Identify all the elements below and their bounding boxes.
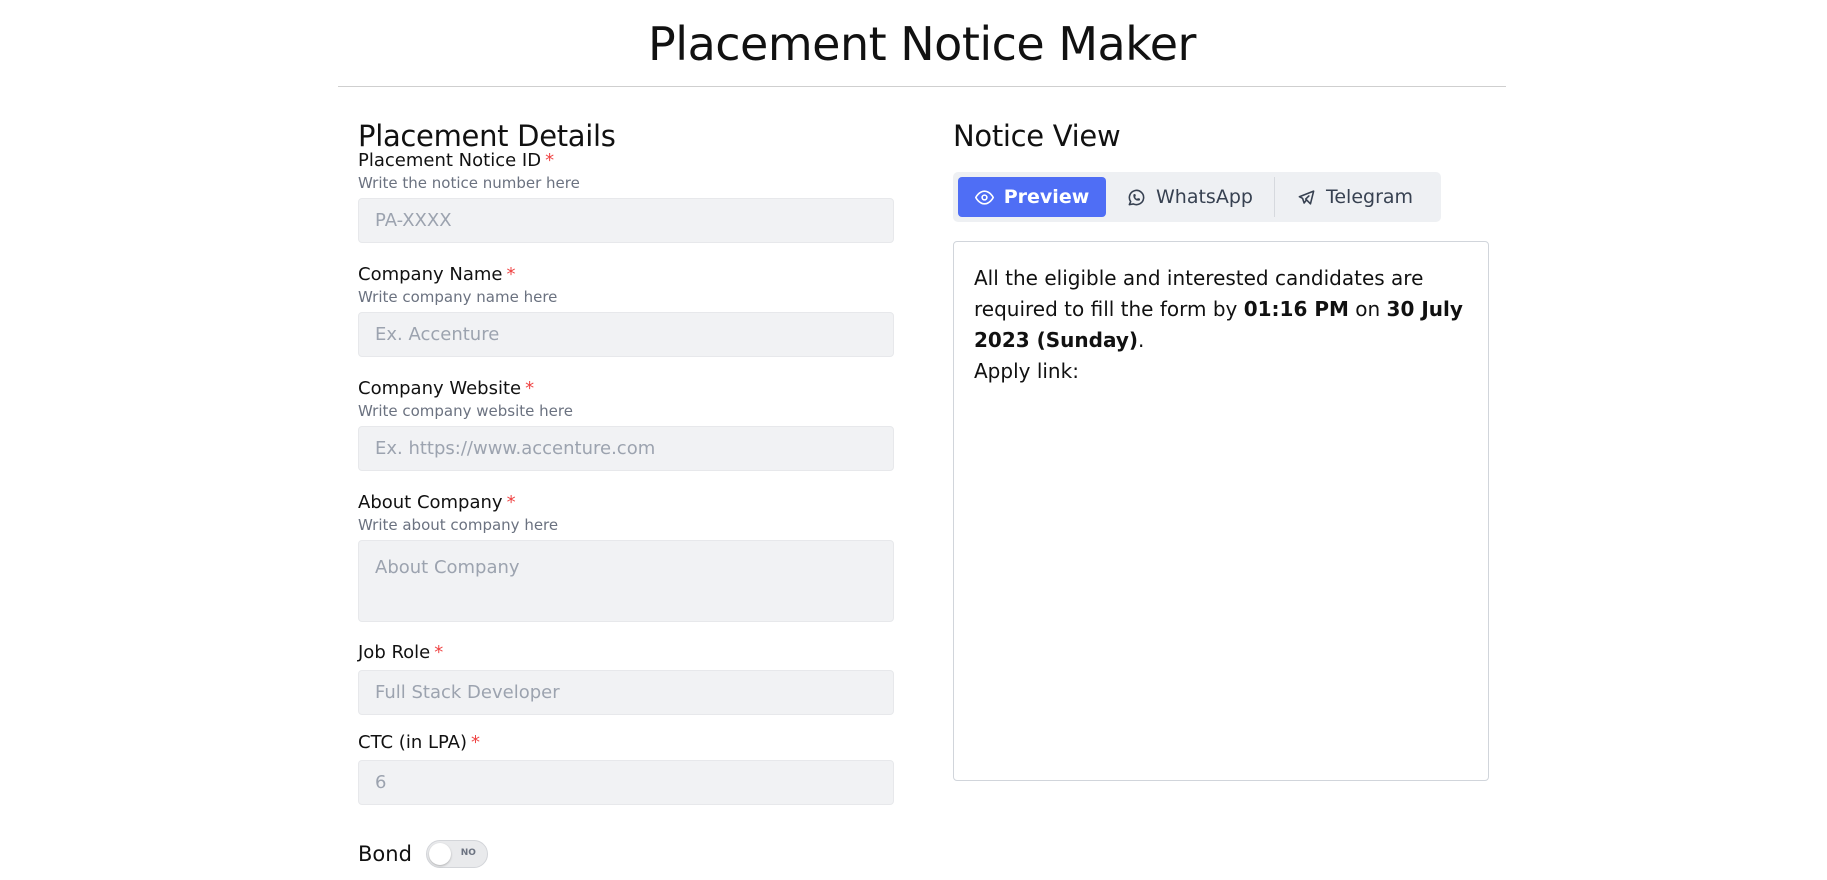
about-company-label: About Company [358,492,503,513]
notice-preview-box: All the eligible and interested candidat… [953,241,1489,781]
bond-label: Bond [358,842,412,866]
notice-deadline-time: 01:16 PM [1243,297,1349,321]
company-name-hint: Write company name here [358,288,558,306]
about-company-textarea[interactable] [358,540,894,622]
toggle-knob [428,843,451,865]
required-marker: * [471,732,481,753]
notice-text-period: . [1138,328,1145,352]
notice-apply-link-label: Apply link: [974,359,1079,383]
paper-plane-icon [1298,189,1315,205]
job-role-input[interactable] [358,670,894,715]
company-name-input[interactable] [358,312,894,357]
tab-preview[interactable]: Preview [958,177,1106,217]
eye-icon [974,189,994,205]
required-marker: * [506,264,516,285]
notice-id-input[interactable] [358,198,894,243]
company-website-hint: Write company website here [358,402,573,420]
tab-telegram[interactable]: Telegram [1275,177,1435,217]
notice-id-label: Placement Notice ID [358,150,542,171]
notice-view-panel: Notice View Preview WhatsApp Telegram Al… [953,116,1489,781]
bond-row: Bond NO [358,840,488,868]
tab-whatsapp-label: WhatsApp [1156,186,1253,208]
ctc-label: CTC (in LPA) [358,732,468,753]
notice-view-heading: Notice View [953,119,1121,153]
company-website-label: Company Website [358,378,522,399]
required-marker: * [525,378,535,399]
app-header: Placement Notice Maker [338,0,1506,87]
ctc-field: CTC (in LPA) * [358,732,894,805]
company-name-label: Company Name [358,264,503,285]
job-role-field: Job Role * [358,642,894,715]
company-website-input[interactable] [358,426,894,471]
about-company-field: About Company * Write about company here [358,492,894,622]
required-marker: * [506,492,516,513]
tab-whatsapp[interactable]: WhatsApp [1106,177,1274,217]
company-website-field: Company Website * Write company website h… [358,378,894,471]
required-marker: * [434,642,444,663]
notice-id-hint: Write the notice number here [358,174,580,192]
notice-text-on: on [1348,297,1387,321]
bond-toggle[interactable]: NO [425,840,488,868]
app-title: Placement Notice Maker [648,17,1196,71]
required-marker: * [545,150,555,171]
notice-id-field: Placement Notice ID * Write the notice nu… [358,150,894,243]
ctc-input[interactable] [358,760,894,805]
whatsapp-icon [1128,189,1145,205]
about-company-hint: Write about company here [358,516,559,534]
company-name-field: Company Name * Write company name here [358,264,894,357]
toggle-state-label: NO [460,848,476,858]
tab-preview-label: Preview [1003,186,1090,208]
placement-details-panel: Placement Details Placement Notice ID * W… [358,116,894,868]
tab-telegram-label: Telegram [1325,186,1414,208]
job-role-label: Job Role [358,642,431,663]
notice-format-tabs: Preview WhatsApp Telegram [953,172,1441,222]
